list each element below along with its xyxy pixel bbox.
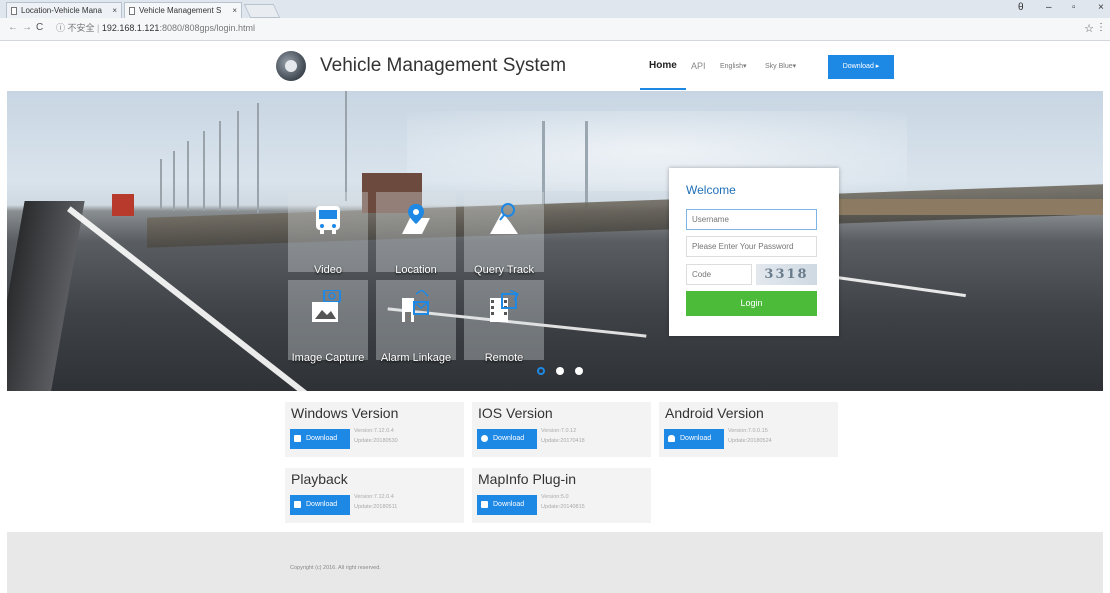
feature-label: Location bbox=[395, 264, 437, 276]
copyright-text: Copyright (c) 2016. All right reserved. bbox=[290, 565, 381, 571]
carousel-dot[interactable] bbox=[556, 367, 564, 375]
image-capture-icon bbox=[312, 290, 341, 322]
nav-active-indicator bbox=[640, 88, 686, 90]
login-panel: Welcome 3318 Login bbox=[669, 168, 839, 336]
captcha-code-input[interactable] bbox=[686, 264, 752, 285]
bridge-tower bbox=[542, 121, 588, 211]
download-card-android: Android Version Download Version:7.0.0.1… bbox=[659, 402, 838, 457]
carousel-dot[interactable] bbox=[537, 367, 545, 375]
close-window-icon[interactable]: × bbox=[1098, 2, 1104, 13]
carousel-dot[interactable] bbox=[575, 367, 583, 375]
feature-label: Remote bbox=[484, 352, 524, 364]
truck-image bbox=[112, 194, 134, 216]
theme-dropdown[interactable]: Sky Blue▾ bbox=[765, 62, 796, 70]
version-info: Version:5.0 Update:20140815 bbox=[541, 494, 585, 510]
download-button[interactable]: Download bbox=[290, 495, 350, 515]
feature-query-track[interactable]: Query Track bbox=[464, 192, 544, 276]
browser-menu-icon[interactable]: ⋮ bbox=[1096, 22, 1106, 33]
feature-label: Alarm Linkage bbox=[380, 352, 452, 364]
card-title: Playback bbox=[291, 471, 348, 487]
bookmark-star-icon[interactable]: ☆ bbox=[1084, 22, 1094, 35]
feature-location[interactable]: Location bbox=[376, 192, 456, 276]
security-indicator[interactable]: ⓘ 不安全 bbox=[56, 23, 95, 33]
minimize-icon[interactable]: – bbox=[1046, 2, 1052, 13]
login-title: Welcome bbox=[686, 183, 736, 197]
download-button[interactable]: Download bbox=[664, 429, 724, 449]
android-icon bbox=[668, 435, 675, 442]
header-download-button[interactable]: Download ▸ bbox=[828, 55, 894, 79]
address-bar: ← → C ⓘ 不安全 | 192.168.1.121:8080/808gps/… bbox=[0, 18, 1110, 41]
maximize-icon[interactable]: ▫ bbox=[1072, 2, 1076, 13]
forward-icon[interactable]: → bbox=[22, 22, 32, 33]
download-card-mapinfo: MapInfo Plug-in Download Version:5.0 Upda… bbox=[472, 468, 651, 523]
captcha-image[interactable]: 3318 bbox=[756, 264, 817, 285]
back-icon[interactable]: ← bbox=[8, 22, 18, 33]
remote-film-icon bbox=[490, 290, 520, 322]
tab-close-icon[interactable]: × bbox=[232, 3, 237, 18]
bus-icon bbox=[316, 206, 340, 234]
windows-icon bbox=[481, 501, 488, 508]
url-host: 192.168.1.121 bbox=[101, 23, 160, 33]
username-input[interactable] bbox=[686, 209, 817, 230]
login-button[interactable]: Login bbox=[686, 291, 817, 316]
version-info: Version:7.0.12 Update:20170418 bbox=[541, 428, 585, 444]
page-icon bbox=[129, 7, 135, 15]
nav-home[interactable]: Home bbox=[649, 60, 677, 71]
card-title: Windows Version bbox=[291, 405, 399, 421]
download-button[interactable]: Download bbox=[477, 495, 537, 515]
tab-label: Vehicle Management S bbox=[139, 6, 222, 15]
url-field[interactable]: ⓘ 不安全 | 192.168.1.121:8080/808gps/login.… bbox=[56, 21, 1096, 36]
card-title: IOS Version bbox=[478, 405, 553, 421]
browser-tab-location[interactable]: Location-Vehicle Mana × bbox=[6, 2, 122, 18]
alarm-linkage-icon bbox=[402, 290, 429, 322]
tab-label: Location-Vehicle Mana bbox=[21, 6, 102, 15]
language-dropdown[interactable]: English▾ bbox=[720, 62, 746, 70]
page-icon bbox=[11, 7, 17, 15]
password-input[interactable] bbox=[686, 236, 817, 257]
feature-label: Image Capture bbox=[291, 352, 365, 364]
url-path: :8080/808gps/login.html bbox=[159, 23, 256, 33]
hero-banner: Video Location Query Track Image Capture bbox=[7, 91, 1103, 391]
feature-alarm-linkage[interactable]: Alarm Linkage bbox=[376, 280, 456, 364]
feature-label: Video bbox=[314, 264, 342, 276]
browser-tab-vehicle[interactable]: Vehicle Management S × bbox=[124, 2, 242, 18]
download-card-windows: Windows Version Download Version:7.12.0.… bbox=[285, 402, 464, 457]
download-card-playback: Playback Download Version:7.12.0.4 Update… bbox=[285, 468, 464, 523]
windows-icon bbox=[294, 501, 301, 508]
browser-tab-bar: Location-Vehicle Mana × Vehicle Manageme… bbox=[0, 0, 1110, 18]
new-tab-button[interactable] bbox=[243, 4, 281, 18]
track-search-icon bbox=[490, 203, 518, 234]
windows-icon bbox=[294, 435, 301, 442]
feature-label: Query Track bbox=[474, 264, 534, 276]
download-button[interactable]: Download bbox=[477, 429, 537, 449]
card-title: Android Version bbox=[665, 405, 764, 421]
nav-api[interactable]: API bbox=[691, 61, 706, 71]
version-info: Version:7.0.0.15 Update:20180524 bbox=[728, 428, 772, 444]
apple-icon bbox=[481, 435, 488, 442]
version-info: Version:7.12.0.4 Update:20180511 bbox=[354, 494, 398, 510]
map-pin-icon bbox=[402, 204, 430, 234]
feature-remote[interactable]: Remote bbox=[464, 280, 544, 364]
feature-image-capture[interactable]: Image Capture bbox=[288, 280, 368, 364]
reload-icon[interactable]: C bbox=[36, 22, 43, 33]
site-title: Vehicle Management System bbox=[320, 55, 567, 76]
tab-close-icon[interactable]: × bbox=[112, 3, 117, 18]
footer: Copyright (c) 2016. All right reserved. bbox=[7, 532, 1103, 593]
logo bbox=[276, 51, 306, 81]
card-title: MapInfo Plug-in bbox=[478, 471, 577, 487]
account-icon[interactable]: θ bbox=[1018, 2, 1024, 13]
feature-video[interactable]: Video bbox=[288, 192, 368, 276]
download-button[interactable]: Download bbox=[290, 429, 350, 449]
download-card-ios: IOS Version Download Version:7.0.12 Updat… bbox=[472, 402, 651, 457]
version-info: Version:7.12.0.4 Update:20180530 bbox=[354, 428, 398, 444]
